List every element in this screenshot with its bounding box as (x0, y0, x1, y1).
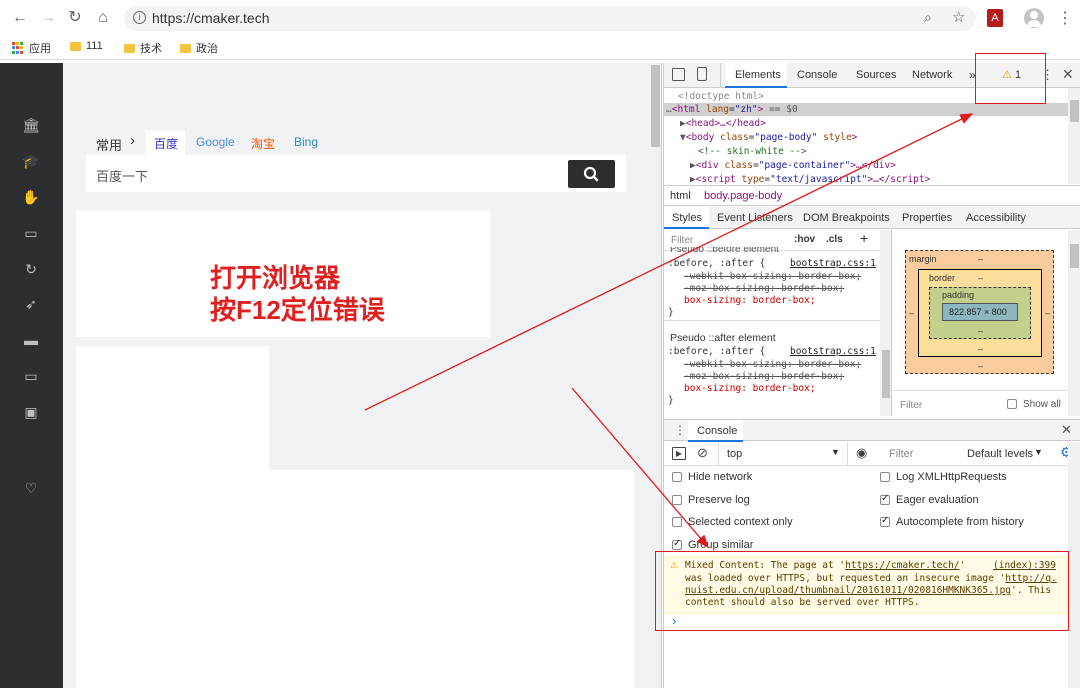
annotation-arrows (364, 113, 974, 548)
arrow-to-console-message (571, 387, 709, 548)
arrow-to-warning-count (364, 113, 974, 411)
